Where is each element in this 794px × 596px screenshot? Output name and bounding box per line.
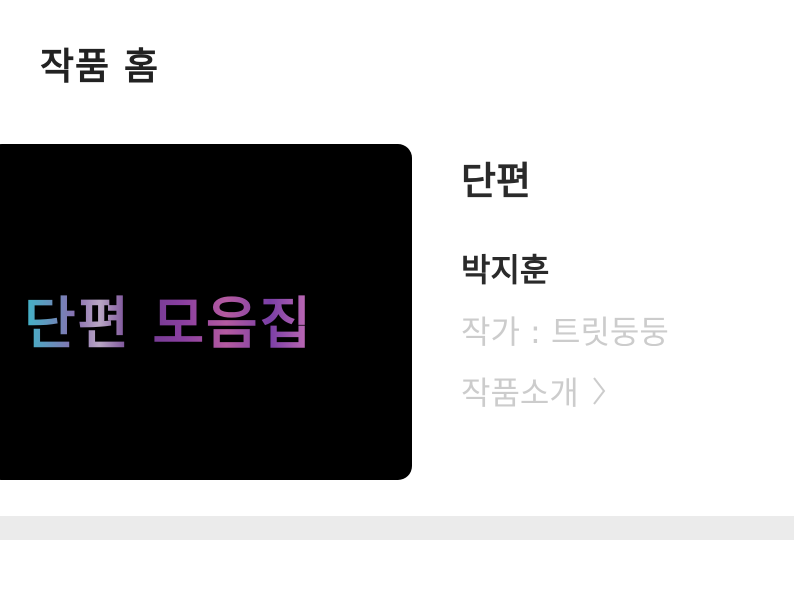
author-name: 박지훈 xyxy=(461,251,550,289)
cover-title-text: 단편 모음집 xyxy=(24,279,313,360)
chevron-right-icon xyxy=(592,377,606,405)
intro-link[interactable]: 작품소개 xyxy=(461,368,607,414)
work-title: 단편 xyxy=(461,159,531,203)
cover-image[interactable]: 단편 모음집 xyxy=(0,144,412,480)
section-divider xyxy=(0,516,794,540)
intro-link-label: 작품소개 xyxy=(461,374,579,412)
writer-credit: 작가 : 트릿둥둥 xyxy=(461,313,669,351)
page-title: 작품 홈 xyxy=(40,45,160,88)
